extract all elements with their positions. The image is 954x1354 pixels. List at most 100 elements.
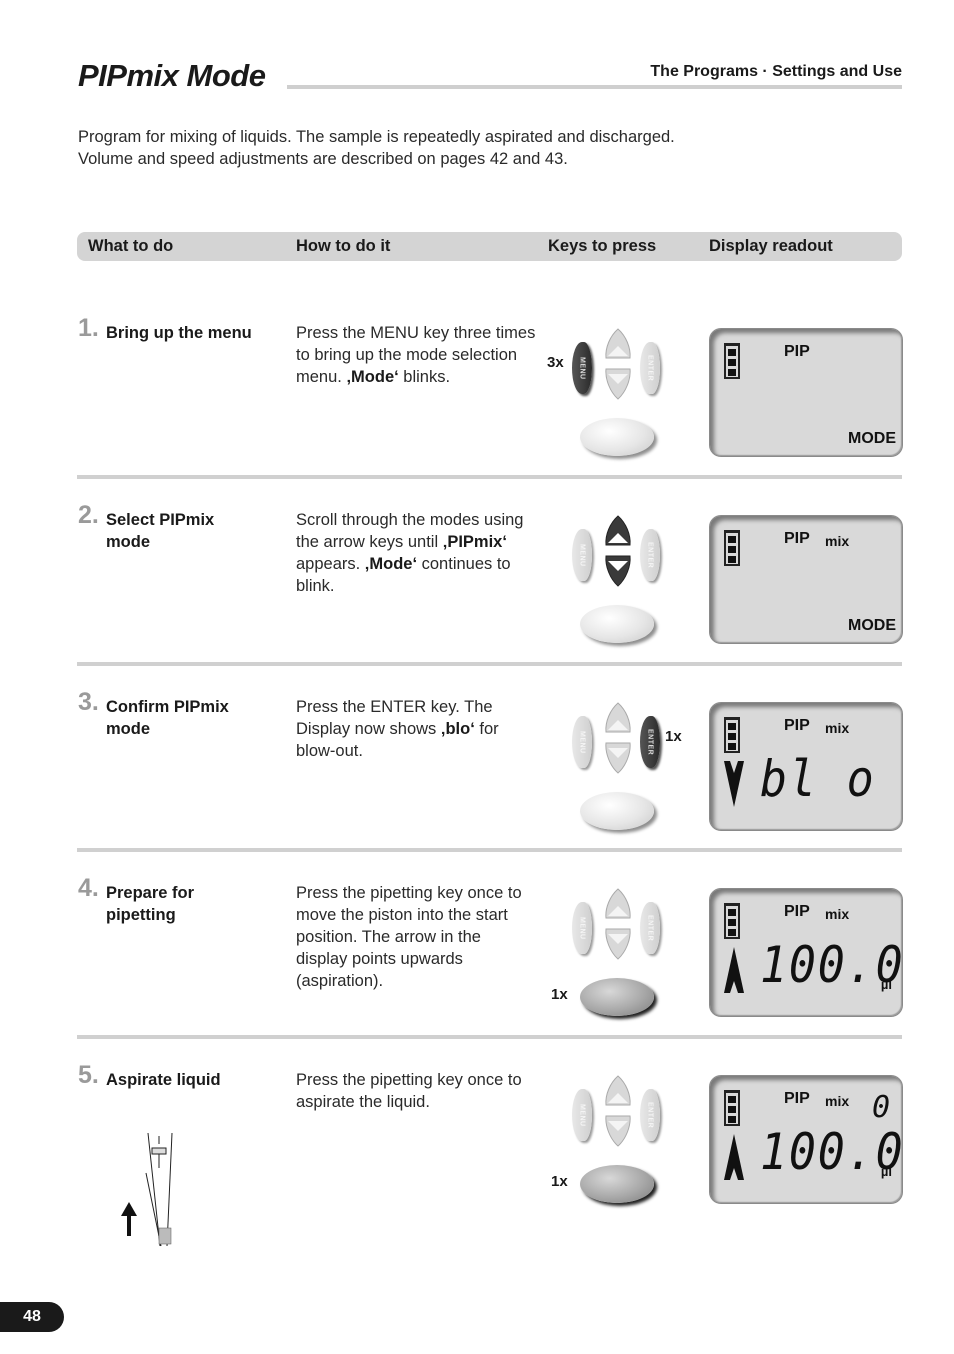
battery-icon — [724, 343, 740, 379]
menu-key[interactable]: MENU — [572, 1089, 592, 1141]
step-number: 3. — [78, 688, 99, 716]
pipette-aspirate-illustration — [121, 1132, 173, 1247]
dispense-arrow-icon — [724, 761, 744, 807]
display-program-label: PIP — [784, 903, 810, 920]
menu-key[interactable]: MENU — [572, 529, 592, 581]
press-count-label: 3x — [547, 354, 564, 371]
pipetting-key[interactable] — [580, 1165, 654, 1203]
display-unit: µl — [880, 1164, 892, 1179]
arrow-up-key[interactable] — [604, 888, 632, 922]
display-submode-label: mix — [825, 720, 850, 736]
description-emphasis: ‚PIPmix‘ — [442, 533, 507, 551]
intro-line-2: Volume and speed adjustments are describ… — [78, 150, 568, 168]
keypad-illustration: MENU ENTER 1x — [540, 702, 700, 842]
lcd-display: PIP mix 100.0 µl 0 — [709, 1075, 903, 1204]
press-count-label: 1x — [551, 1173, 568, 1190]
display-unit: µl — [880, 977, 892, 992]
arrow-up-icon — [121, 1202, 137, 1236]
arrow-up-key[interactable] — [604, 702, 632, 736]
display-mode-indicator: MODE — [848, 617, 896, 634]
lcd-display: PIP mix MODE — [709, 515, 903, 644]
battery-icon — [724, 1090, 740, 1126]
menu-key[interactable]: MENU — [572, 342, 592, 394]
step-title: Bring up the menu — [106, 324, 252, 342]
aspirate-arrow-icon — [724, 947, 744, 993]
page-number: 48 — [0, 1302, 64, 1332]
display-program-label: PIP — [784, 1090, 810, 1107]
menu-key[interactable]: MENU — [572, 902, 592, 954]
step-title: Prepare for pipetting — [106, 884, 195, 924]
arrow-down-key[interactable] — [604, 553, 632, 587]
display-cycle-counter: 0 — [871, 1090, 892, 1125]
enter-key[interactable]: ENTER — [640, 342, 660, 394]
column-header-bar: What to do How to do it Keys to press Di… — [77, 232, 902, 261]
step-title: Confirm PIPmix mode — [106, 698, 229, 738]
step-number: 2. — [78, 501, 99, 529]
description-emphasis: ‚Mode‘ — [346, 368, 399, 386]
keypad-illustration: MENU ENTER — [540, 515, 700, 655]
pipetting-key[interactable] — [580, 792, 654, 830]
intro-text: Program for mixing of liquids. The sampl… — [78, 126, 675, 170]
column-how: How to do it — [296, 237, 391, 255]
step-description: Scroll through the modes using the arrow… — [296, 509, 536, 597]
battery-icon — [724, 903, 740, 939]
title-rule — [287, 85, 902, 89]
liquid-icon — [158, 1227, 172, 1245]
column-what: What to do — [88, 237, 174, 255]
arrow-up-key[interactable] — [604, 328, 632, 362]
step-description: Press the pipetting key once to move the… — [296, 882, 536, 992]
description-emphasis: ‚blo‘ — [440, 720, 475, 738]
display-submode-label: mix — [825, 533, 850, 549]
description-text: blinks. — [398, 368, 451, 386]
step-description: Press the ENTER key. The Display now sho… — [296, 696, 536, 762]
lcd-display: PIP mix bl o — [709, 702, 903, 831]
description-emphasis: ‚Mode‘ — [364, 555, 418, 573]
pipetting-key[interactable] — [580, 418, 654, 456]
keypad-illustration: MENU ENTER 3x — [540, 328, 700, 468]
pipetting-key[interactable] — [580, 605, 654, 643]
lcd-display: PIP mix 100.0 µl — [709, 888, 903, 1017]
display-program-label: PIP — [784, 530, 810, 547]
battery-icon — [724, 717, 740, 753]
column-display: Display readout — [709, 237, 833, 255]
step-description: Press the MENU key three times to bring … — [296, 322, 536, 388]
press-count-label: 1x — [665, 728, 682, 745]
step-number: 4. — [78, 874, 99, 902]
description-text: appears. — [296, 555, 365, 573]
arrow-down-key[interactable] — [604, 740, 632, 774]
keypad-illustration: MENU ENTER 1x — [540, 888, 700, 1028]
column-keys: Keys to press — [548, 237, 657, 255]
arrow-down-key[interactable] — [604, 1113, 632, 1147]
step-title: Aspirate liquid — [106, 1071, 221, 1089]
arrow-down-key[interactable] — [604, 926, 632, 960]
enter-key[interactable]: ENTER — [640, 529, 660, 581]
arrow-up-key[interactable] — [604, 1075, 632, 1109]
aspirate-arrow-icon — [724, 1134, 744, 1180]
pipetting-key[interactable] — [580, 978, 654, 1016]
display-submode-label: mix — [825, 1093, 850, 1109]
menu-key[interactable]: MENU — [572, 716, 592, 768]
step-description: Press the pipetting key once to aspirate… — [296, 1069, 536, 1113]
enter-key[interactable]: ENTER — [640, 902, 660, 954]
press-count-label: 1x — [551, 986, 568, 1003]
display-program-label: PIP — [784, 343, 810, 360]
display-submode-label: mix — [825, 906, 850, 922]
arrow-up-key[interactable] — [604, 515, 632, 549]
enter-key[interactable]: ENTER — [640, 1089, 660, 1141]
display-program-label: PIP — [784, 717, 810, 734]
step-number: 1. — [78, 314, 99, 342]
step-separator — [77, 1035, 902, 1039]
step-separator — [77, 475, 902, 479]
step-separator — [77, 662, 902, 666]
description-text: Press the pipetting key once to aspirate… — [296, 1071, 522, 1111]
enter-key[interactable]: ENTER — [640, 716, 660, 768]
battery-icon — [724, 530, 740, 566]
arrow-down-key[interactable] — [604, 366, 632, 400]
lcd-display: PIP MODE — [709, 328, 903, 457]
step-number: 5. — [78, 1061, 99, 1089]
display-main-readout: bl o — [760, 750, 876, 808]
page-title: PIPmix Mode — [78, 58, 266, 93]
intro-line-1: Program for mixing of liquids. The sampl… — [78, 128, 675, 146]
step-title: Select PIPmix mode — [106, 511, 215, 551]
section-label: The Programs · Settings and Use — [650, 63, 902, 80]
